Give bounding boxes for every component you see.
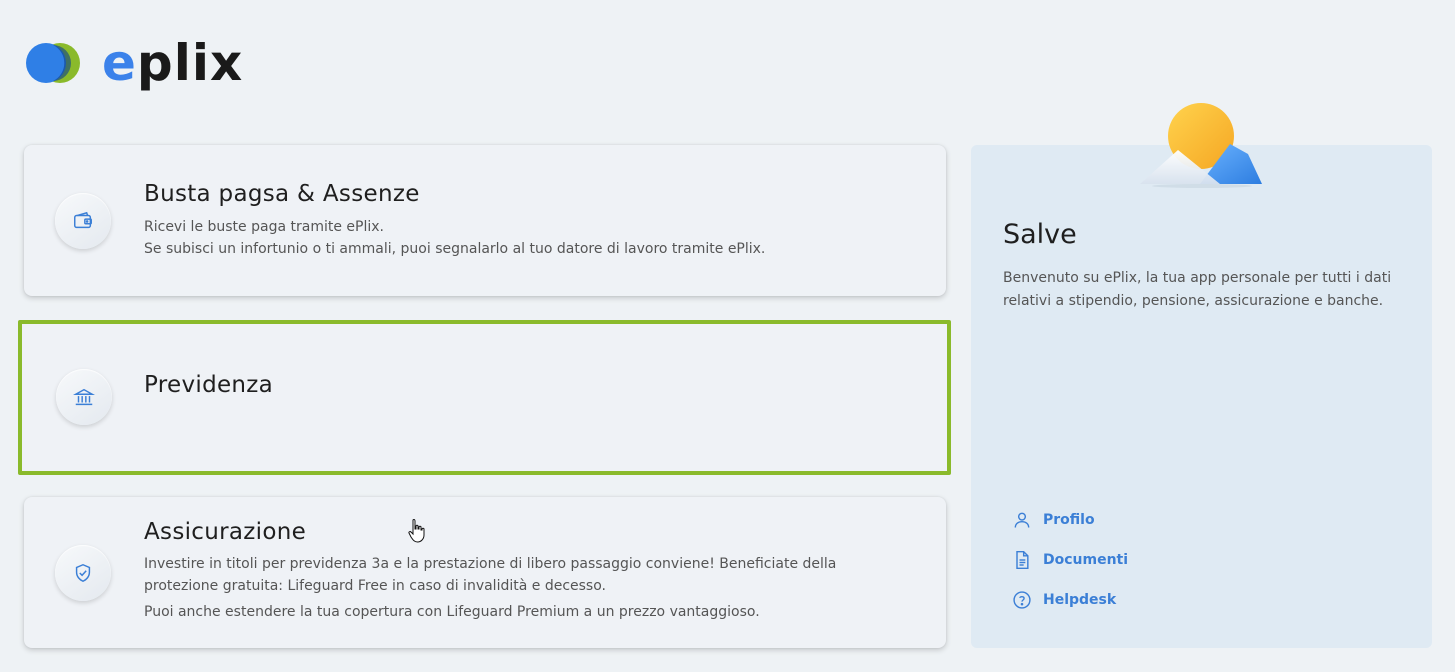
card-pension[interactable]: Previdenza [18, 320, 951, 475]
profile-link[interactable]: Profilo [1011, 509, 1095, 531]
card-description: Ricevi le buste paga tramite ePlix. Se s… [144, 219, 766, 257]
documents-link[interactable]: Documenti [1011, 549, 1128, 571]
helpdesk-link[interactable]: Helpdesk [1011, 589, 1116, 611]
card-insurance[interactable]: Assicurazione Investire in titoli per pr… [24, 497, 946, 648]
eplix-logo[interactable]: eplix [24, 38, 243, 88]
card-payslips-absences[interactable]: Busta pagsa & Assenze Ricevi le buste pa… [24, 145, 946, 296]
welcome-title: Salve [1003, 219, 1077, 250]
bank-icon [56, 369, 112, 425]
user-icon [1011, 509, 1033, 531]
card-title: Busta pagsa & Assenze [144, 181, 420, 207]
welcome-panel: Salve Benvenuto su ePlix, la tua app per… [971, 145, 1432, 648]
card-title: Assicurazione [144, 519, 307, 545]
card-title: Previdenza [144, 372, 274, 398]
welcome-text: Benvenuto su ePlix, la tua app personale… [1003, 270, 1392, 309]
eplix-wordmark: eplix [102, 34, 244, 92]
help-icon [1011, 589, 1033, 611]
sun-mountain-illustration [1140, 102, 1264, 188]
document-icon [1011, 549, 1033, 571]
eplix-logo-mark [24, 41, 82, 85]
shield-check-icon [55, 545, 111, 601]
wallet-icon [55, 193, 111, 249]
card-description: Investire in titoli per previdenza 3a e … [144, 556, 837, 620]
mouse-cursor-hand-icon [408, 518, 426, 544]
